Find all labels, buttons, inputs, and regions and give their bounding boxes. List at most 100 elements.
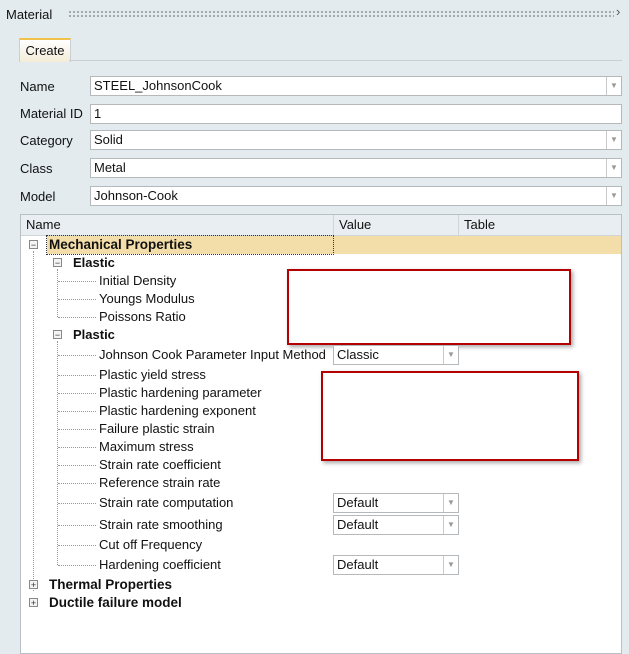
tree-row-label: Maximum stress [99,439,194,454]
tree-guide-line [58,281,96,282]
tree-guide-line [58,503,96,504]
tree-row[interactable]: Youngs Modulus [21,290,621,308]
category-value: Solid [94,132,123,147]
material-id-label: Material ID [20,106,83,121]
model-value: Johnson-Cook [94,188,178,203]
tree-guide-line [58,447,96,448]
tree-row-label: Strain rate coefficient [99,457,221,472]
tree-row[interactable]: Plastic yield stress [21,366,621,384]
tree-row[interactable]: Strain rate computation [21,494,621,512]
category-label: Category [20,133,73,148]
tree-guide-line [58,565,96,566]
tree-row[interactable]: − Elastic [21,254,621,272]
panel-title: Material [6,7,53,22]
tree-guide-line [58,393,96,394]
panel-drag-handle[interactable] [68,10,614,18]
tree-row[interactable]: − Plastic [21,326,621,344]
column-header-value[interactable]: Value [334,215,459,235]
class-value: Metal [94,160,126,175]
tree-row-label: Youngs Modulus [99,291,195,306]
collapse-icon[interactable]: − [29,240,38,250]
tree-guide-line [58,525,96,526]
tree-row-label: Reference strain rate [99,475,221,490]
category-select[interactable]: Solid ▼ [90,130,622,150]
tree-row-label: Failure plastic strain [99,421,215,436]
tree-guide-line [58,375,96,376]
chevron-down-icon[interactable]: ▼ [606,131,621,149]
column-header-table[interactable]: Table [459,215,621,235]
tree-row[interactable]: Plastic hardening exponent [21,402,621,420]
tree-guide-line [58,317,96,318]
name-value: STEEL_JohnsonCook [94,78,222,93]
tree-row[interactable]: Poissons Ratio [21,308,621,326]
model-select[interactable]: Johnson-Cook ▼ [90,186,622,206]
value-select[interactable]: Default ▼ [333,515,459,535]
tree-row-label: Elastic [73,255,115,270]
chevron-down-icon[interactable]: ▼ [443,556,458,574]
expand-icon[interactable]: + [29,598,38,608]
tree-row-label: Plastic hardening exponent [99,403,256,418]
name-combobox[interactable]: STEEL_JohnsonCook ▼ [90,76,622,96]
value-select-text: Default [337,517,379,532]
tree-row-label: Plastic [73,327,115,342]
tree-row[interactable]: Johnson Cook Parameter Input Method [21,346,621,364]
tree-row-label: Johnson Cook Parameter Input Method [99,347,326,362]
tree-row-label: Poissons Ratio [99,309,186,324]
expand-icon[interactable]: + [29,580,38,590]
class-select[interactable]: Metal ▼ [90,158,622,178]
tree-row-label: Thermal Properties [49,577,173,592]
model-label: Model [20,189,56,204]
value-select-text: Default [337,495,379,510]
chevron-down-icon[interactable]: ▼ [606,77,621,95]
tree-row-label: Cut off Frequency [99,537,203,552]
tree-guide-line [58,545,96,546]
column-header-name[interactable]: Name [21,215,334,235]
tree-guide-line [58,355,96,356]
chevron-down-icon[interactable]: ▼ [443,346,458,364]
collapse-icon[interactable]: − [53,330,62,340]
tree-row[interactable]: Hardening coefficient [21,556,621,574]
tree-row-label: Initial Density [99,273,177,288]
tree-row[interactable]: Cut off Frequency [21,536,621,554]
tree-guide-line [58,465,96,466]
value-select-text: Default [337,557,379,572]
tab-create[interactable]: Create [19,38,71,62]
tree-row[interactable]: Plastic hardening parameter [21,384,621,402]
tree-row-label: Hardening coefficient [99,557,221,572]
material-id-input[interactable]: 1 [90,104,622,124]
tree-row[interactable]: Reference strain rate [21,474,621,492]
tree-guide-line [58,411,96,412]
value-select-text: Classic [337,347,379,362]
tree-row[interactable]: Strain rate smoothing [21,516,621,534]
tree-guide-line [58,299,96,300]
chevron-down-icon[interactable]: ▼ [606,159,621,177]
value-select[interactable]: Default ▼ [333,493,459,513]
class-label: Class [20,161,53,176]
tree-row[interactable]: + Thermal Properties [21,576,621,594]
tree-row-label: Strain rate computation [99,495,234,510]
name-label: Name [20,79,55,94]
tree-row-label: Plastic hardening parameter [99,385,262,400]
tree-row[interactable]: Strain rate coefficient [21,456,621,474]
tree-row-label: Mechanical Properties [46,235,334,255]
tab-divider [69,60,622,61]
chevron-down-icon[interactable]: ▼ [443,516,458,534]
property-tree[interactable]: Name Value Table − Mechanical Properties −… [20,214,622,654]
value-select[interactable]: Default ▼ [333,555,459,575]
tree-row-label: Strain rate smoothing [99,517,223,532]
tree-header: Name Value Table [21,215,621,236]
collapse-icon[interactable]: − [53,258,62,268]
chevron-down-icon[interactable]: ▼ [606,187,621,205]
value-select[interactable]: Classic ▼ [333,345,459,365]
tree-row[interactable]: Failure plastic strain [21,420,621,438]
tree-row-label: Plastic yield stress [99,367,206,382]
tree-row[interactable]: Maximum stress [21,438,621,456]
chevron-right-icon[interactable]: › [616,4,620,19]
tree-guide-line [58,483,96,484]
chevron-down-icon[interactable]: ▼ [443,494,458,512]
tree-row[interactable]: − Mechanical Properties [21,235,621,255]
tree-row[interactable]: + Ductile failure model [21,594,621,612]
tree-row-label: Ductile failure model [49,595,182,610]
tree-guide-line [58,429,96,430]
tree-row[interactable]: Initial Density [21,272,621,290]
